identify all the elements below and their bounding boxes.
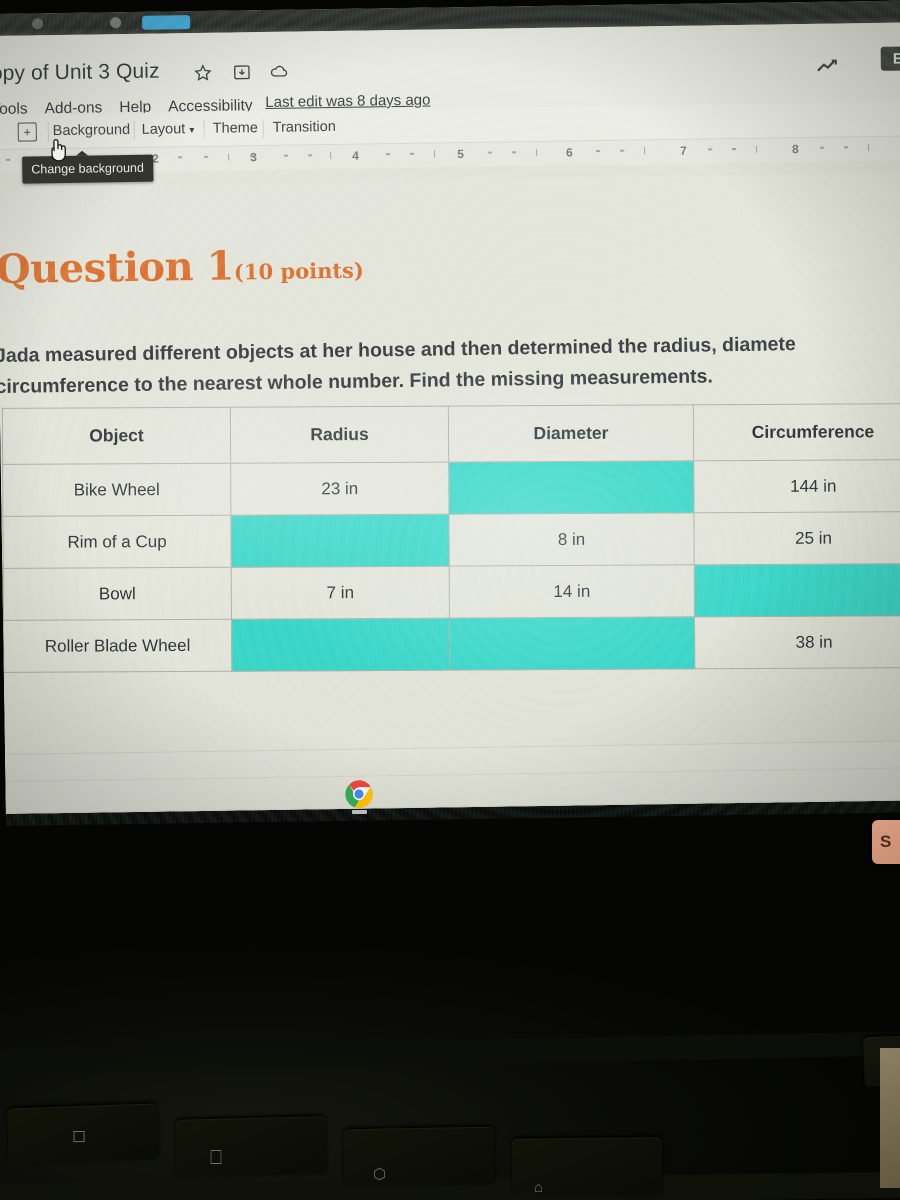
divider-line	[5, 767, 900, 782]
move-to-folder-icon[interactable]	[232, 62, 252, 82]
new-slide-icon[interactable]: +	[17, 122, 37, 142]
chrome-icon[interactable]	[344, 779, 374, 809]
ruler-tick	[284, 154, 289, 157]
ruler-tick	[732, 148, 737, 151]
slide-surface[interactable]: Question 1(10 points) Jada measured diff…	[0, 172, 900, 787]
ruler-number-3: 3	[250, 150, 257, 165]
question-number-label: Question 1	[0, 242, 235, 293]
extra-key-icon: ⌂	[534, 1179, 544, 1196]
keyboard-key-3	[343, 1126, 495, 1188]
ruler-number-4: 4	[352, 148, 359, 163]
toolbar-divider-3	[203, 119, 205, 139]
slide-canvas[interactable]: Question 1(10 points) Jada measured diff…	[0, 160, 900, 814]
ruler-tick	[410, 152, 415, 155]
photo-of-laptop-screen: ◻ ⎕ ⬡ ⌂ opy of Unit 3 Quiz Tools Add-ons…	[0, 0, 900, 1200]
document-title[interactable]: opy of Unit 3 Quiz	[0, 60, 160, 87]
cell-diameter[interactable]: 8 in	[448, 512, 695, 567]
table-row[interactable]: Rim of a Cup 8 in 25 in	[2, 511, 900, 569]
browser-tab-favicon-1	[32, 18, 44, 30]
cell-diameter-highlighted[interactable]	[448, 460, 694, 515]
cell-circumference[interactable]: 25 in	[693, 511, 900, 565]
toolbar-divider-2	[133, 120, 135, 140]
cell-radius[interactable]: 7 in	[231, 566, 450, 620]
trending-up-icon[interactable]	[815, 54, 845, 76]
measurements-table-wrapper[interactable]: Object Radius Diameter Circumference Bik…	[2, 403, 900, 673]
ruler-number-6: 6	[566, 145, 573, 160]
browser-tab-favicon-2	[110, 17, 122, 29]
cell-radius[interactable]: 23 in	[230, 462, 449, 516]
column-header-circumference: Circumference	[693, 403, 900, 461]
toolbar-item-theme[interactable]: Theme	[213, 120, 258, 137]
keyboard-key-2	[175, 1116, 327, 1178]
ruler-tick	[756, 145, 758, 153]
ruler-tick	[820, 146, 825, 149]
cell-radius-highlighted[interactable]	[231, 618, 450, 672]
table-row[interactable]: Bike Wheel 23 in 144 in	[2, 459, 900, 517]
slides-app-header: opy of Unit 3 Quiz Tools Add-ons Help Ac…	[0, 22, 900, 118]
table-row[interactable]: Bowl 7 in 14 in	[3, 563, 900, 621]
cell-circumference[interactable]: 144 in	[693, 459, 900, 513]
table-header-row: Object Radius Diameter Circumference	[2, 403, 900, 465]
divider-line	[5, 799, 900, 814]
ruler-tick	[178, 156, 183, 159]
mouse-cursor-hand-icon	[46, 135, 72, 163]
ruler-tick	[204, 155, 209, 158]
toolbar-item-layout[interactable]: Layout ▾	[142, 121, 195, 138]
ruler-tick	[844, 146, 849, 149]
ruler-tick	[6, 158, 11, 161]
question-body-text: Jada measured different objects at her h…	[0, 327, 900, 404]
background-tooltip: Change background	[22, 154, 154, 184]
ruler-tick	[228, 153, 230, 161]
ruler-number-5: 5	[457, 147, 464, 162]
chrome-active-indicator	[352, 810, 367, 814]
star-icon[interactable]	[193, 63, 213, 83]
cell-radius-highlighted[interactable]	[230, 514, 450, 568]
column-header-radius: Radius	[230, 406, 449, 464]
cell-object[interactable]: Bike Wheel	[2, 463, 231, 517]
ruler-tick	[488, 151, 493, 154]
cell-object[interactable]: Rim of a Cup	[2, 515, 232, 569]
cloud-saved-icon[interactable]	[269, 62, 289, 82]
question-points-label: (10 points)	[233, 257, 364, 285]
ruler-number-8: 8	[791, 142, 799, 157]
toolbar-divider-4	[262, 119, 264, 139]
ruler-tick	[512, 151, 517, 154]
ruler-tick	[868, 144, 870, 152]
measurements-table[interactable]: Object Radius Diameter Circumference Bik…	[2, 403, 900, 673]
screenshot-key-icon: ◻	[72, 1126, 87, 1145]
ruler-tick	[644, 147, 646, 155]
brightness-key-icon: ⬡	[373, 1166, 387, 1183]
ruler-tick	[308, 154, 313, 157]
cell-object[interactable]: Bowl	[3, 567, 232, 621]
cell-object[interactable]: Roller Blade Wheel	[3, 619, 232, 673]
question-heading: Question 1(10 points)	[0, 241, 364, 293]
edge-object-right-lower	[880, 1048, 900, 1188]
window-switch-key-icon: ⎕	[210, 1147, 222, 1169]
ruler-tick	[536, 148, 538, 156]
ruler-number-2: 2	[152, 151, 159, 166]
ruler-tick	[434, 150, 436, 158]
ruler-number-7: 7	[680, 143, 687, 158]
ruler-tick	[596, 150, 601, 153]
cell-circumference-highlighted[interactable]	[694, 563, 900, 617]
cell-diameter[interactable]: 14 in	[449, 564, 695, 619]
toolbar-item-layout-label: Layout	[141, 121, 186, 138]
ruler-tick	[620, 149, 625, 152]
column-header-diameter: Diameter	[448, 404, 694, 463]
ruler-tick	[330, 152, 332, 160]
laptop-screen: opy of Unit 3 Quiz Tools Add-ons Help Ac…	[0, 0, 900, 826]
ruler-tick	[708, 148, 713, 151]
column-header-object: Object	[2, 407, 231, 465]
share-button-partial[interactable]: E	[880, 46, 900, 71]
cell-circumference[interactable]: 38 in	[694, 615, 900, 669]
chevron-down-icon: ▾	[189, 125, 195, 137]
browser-active-tab[interactable]	[142, 15, 191, 30]
table-row[interactable]: Roller Blade Wheel 38 in	[3, 615, 900, 673]
toolbar-item-transition[interactable]: Transition	[273, 119, 336, 136]
ruler-tick	[386, 153, 391, 156]
below-slide-area	[4, 740, 900, 814]
cell-diameter-highlighted[interactable]	[449, 616, 695, 671]
edge-card-right[interactable]: S	[872, 820, 900, 864]
